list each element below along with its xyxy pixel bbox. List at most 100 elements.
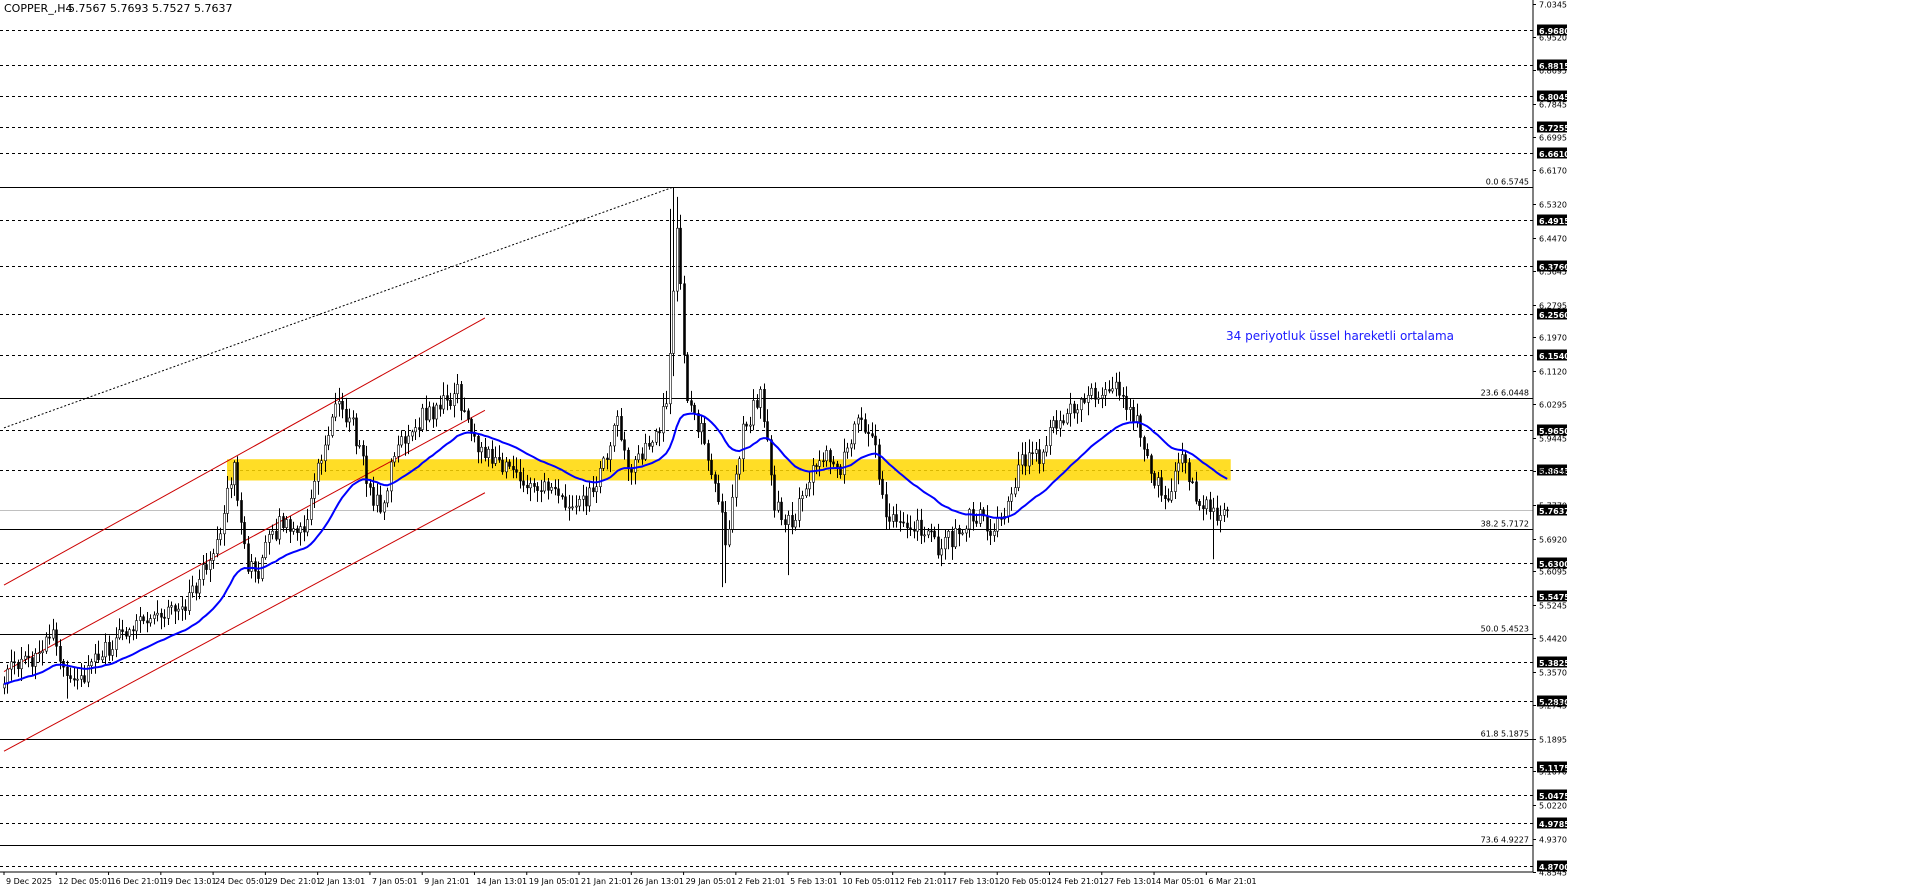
candle-body xyxy=(1024,454,1027,467)
candle-body xyxy=(812,465,815,483)
candle-body xyxy=(404,436,407,444)
candle-body xyxy=(975,520,978,524)
candle-body xyxy=(446,395,449,401)
candle-body xyxy=(97,653,100,661)
candle-body xyxy=(146,620,149,624)
candle-body xyxy=(1143,437,1146,450)
candle-body xyxy=(205,564,208,570)
candle-body xyxy=(512,466,515,470)
candle-body xyxy=(425,407,428,421)
candle-body xyxy=(979,509,982,524)
candle-body xyxy=(338,400,341,405)
candle-body xyxy=(156,612,159,616)
candle-body xyxy=(362,445,365,457)
candle-body xyxy=(1223,509,1226,516)
candle-body xyxy=(1083,398,1086,403)
fib-level-label: 50.0 5.4523 xyxy=(1481,625,1529,634)
price-tick-label: 6.1970 xyxy=(1539,334,1567,343)
candle-body xyxy=(906,522,909,529)
candle-body xyxy=(198,579,201,594)
candle-body xyxy=(250,561,253,572)
time-tick-label: 20 Feb 05:01 xyxy=(999,877,1051,886)
price-tick-label: 6.0295 xyxy=(1539,401,1567,410)
candle-body xyxy=(916,519,919,532)
price-tick-label: 4.9370 xyxy=(1539,836,1567,845)
candle-body xyxy=(745,423,748,427)
candle-body xyxy=(1139,415,1142,438)
candle-body xyxy=(515,469,518,473)
candle-body xyxy=(1226,509,1229,512)
candle-body xyxy=(285,519,288,528)
candle-body xyxy=(341,400,344,410)
candle-body xyxy=(83,675,86,683)
candle-body xyxy=(494,457,497,464)
candle-body xyxy=(73,678,76,681)
candle-body xyxy=(588,487,591,507)
candle-body xyxy=(352,417,355,420)
candle-body xyxy=(20,658,23,670)
current-price-label: 5.7637 xyxy=(1539,507,1570,516)
candle-body xyxy=(299,526,302,533)
candle-body xyxy=(1115,381,1118,390)
candle-body xyxy=(923,534,926,537)
candle-body xyxy=(108,642,111,656)
candle-body xyxy=(853,423,856,445)
ema-annotation[interactable]: 34 periyotluk üssel hareketli ortalama xyxy=(1226,329,1454,343)
candle-body xyxy=(195,585,198,594)
candle-body xyxy=(1080,398,1083,411)
candle-body xyxy=(327,435,330,446)
candle-body xyxy=(160,612,163,618)
candle-body xyxy=(634,459,637,473)
candle-body xyxy=(836,463,839,468)
candle-body xyxy=(690,400,693,406)
support-resistance-zone[interactable] xyxy=(227,459,1231,481)
candle-body xyxy=(48,636,51,639)
candle-body xyxy=(1177,462,1180,472)
candle-body xyxy=(1035,449,1038,454)
candle-body xyxy=(592,487,595,493)
candle-body xyxy=(1028,452,1031,467)
candle-body xyxy=(627,449,630,469)
candle-body xyxy=(1198,500,1201,506)
candle-body xyxy=(1122,394,1125,397)
candle-body xyxy=(561,495,564,498)
candle-body xyxy=(69,675,72,679)
candle-body xyxy=(606,457,609,460)
candle-body xyxy=(505,461,508,473)
candle-body xyxy=(292,528,295,532)
candle-body xyxy=(571,506,574,509)
candle-body xyxy=(996,518,999,532)
candle-body xyxy=(993,530,996,536)
candle-body xyxy=(526,484,529,489)
fib-level-label: 61.8 5.1875 xyxy=(1481,730,1529,739)
candle-body xyxy=(728,529,731,546)
candle-body xyxy=(676,227,679,292)
time-tick-label: 19 Jan 05:01 xyxy=(529,877,580,886)
candle-body xyxy=(1062,420,1065,424)
candle-body xyxy=(829,450,832,463)
candle-body xyxy=(756,400,759,408)
candle-body xyxy=(519,471,522,482)
candle-body xyxy=(1170,491,1173,501)
price-tick-label: 5.3570 xyxy=(1539,669,1567,678)
candle-body xyxy=(324,444,327,462)
candle-body xyxy=(770,439,773,476)
candle-body xyxy=(902,521,905,524)
candle-body xyxy=(345,408,348,423)
candle-body xyxy=(825,450,828,462)
candle-body xyxy=(1184,454,1187,463)
candle-body xyxy=(1153,473,1156,486)
price-chart[interactable]: 6.96806.88156.80456.72556.66106.49156.37… xyxy=(0,0,1916,888)
candle-body xyxy=(832,461,835,465)
candle-body xyxy=(554,486,557,490)
candle-body xyxy=(620,416,623,441)
candle-body xyxy=(888,516,891,522)
candle-body xyxy=(477,436,480,453)
candle-body xyxy=(1038,449,1041,464)
candle-body xyxy=(700,423,703,433)
candle-body xyxy=(752,400,755,426)
candle-body xyxy=(390,461,393,492)
candle-body xyxy=(648,443,651,447)
candle-body xyxy=(1164,495,1167,499)
candle-body xyxy=(968,509,971,530)
